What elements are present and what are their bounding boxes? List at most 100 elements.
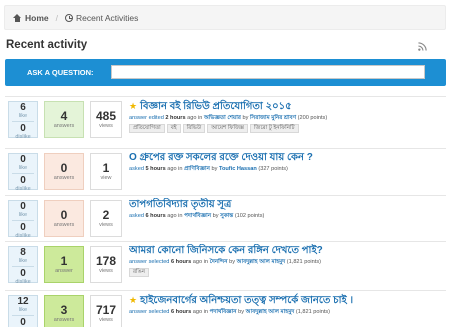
question-main: O গ্রুপের রক্ত সকলের রক্তে দেওয়া যায় ক… [129, 151, 444, 174]
question-meta: asked 5 hours ago in প্রাণিবিজ্ঞান by To… [129, 165, 444, 174]
answer-label: answers [53, 317, 75, 323]
activity-type[interactable]: answer edited [129, 115, 164, 121]
answer-label: answer [55, 268, 73, 274]
question-title[interactable]: তাপগতিবিদ্যার তৃতীয় সূত্র [129, 199, 231, 210]
answer-count-box: 0 answers [44, 153, 84, 190]
category-link[interactable]: প্রাণিবিজ্ঞান [184, 166, 210, 172]
answer-count: 0 [60, 161, 68, 175]
ask-question-input[interactable] [111, 65, 425, 79]
like-label: like [18, 212, 28, 218]
answer-count-box: 4 answers [44, 101, 84, 138]
question-main: তাপগতিবিদ্যার তৃতীয় সূত্র asked 6 hours … [129, 198, 444, 221]
question-title-link[interactable]: ★ হাইজেনবার্গের অনিশ্চয়তা তত্ত্ব সম্পর্ক… [129, 293, 444, 308]
question-meta: answer selected 6 hours ago in দৈনন্দিন … [129, 258, 444, 267]
user-points: (200 points) [297, 115, 328, 121]
answer-count: 3 [60, 303, 68, 317]
vote-box: 0 like 0 dislike [8, 200, 38, 239]
activity-type[interactable]: asked [129, 213, 144, 219]
user-points: (102 points) [234, 213, 265, 219]
vote-divider [12, 121, 34, 122]
dislike-label: dislike [15, 279, 31, 285]
question-main: ★ বিজ্ঞান বই রিভিউ প্রতিযোগিতা ২০১৫ answer… [129, 99, 444, 133]
question-row: 0 like 0 dislike 0 answers 1 view O গ্রুপের রক্ত… [5, 148, 446, 194]
view-label: views [99, 123, 113, 129]
question-tag[interactable]: প্রতিযোগিতা [129, 124, 165, 133]
user-link[interactable]: সিরাজাম মুনির শ্রাবণ [250, 115, 296, 121]
activity-type[interactable]: answer selected [129, 309, 169, 315]
vote-divider [12, 315, 34, 316]
breadcrumb-home[interactable]: Home [13, 13, 49, 23]
dislike-count[interactable]: 0 [9, 123, 37, 134]
like-count[interactable]: 0 [9, 154, 37, 165]
question-title-link[interactable]: তাপগতিবিদ্যার তৃতীয় সূত্র [129, 198, 444, 212]
category-link[interactable]: পদার্থবিজ্ঞান [184, 213, 211, 219]
user-link[interactable]: আবদুল্লাহ আল মাহমুদ [237, 259, 286, 265]
question-title[interactable]: বিজ্ঞান বই রিভিউ প্রতিযোগিতা ২০১৫ [140, 101, 292, 112]
activity-time: 6 hours [170, 259, 192, 265]
question-meta: answer selected 6 hours ago in পদার্থবিজ… [129, 308, 444, 317]
question-tag[interactable]: রিভিউ [182, 124, 206, 133]
user-link[interactable]: Toufic Hassan [219, 166, 257, 172]
answer-count-box: 1 answer [44, 246, 84, 283]
question-title[interactable]: O গ্রুপের রক্ত সকলের রক্তে দেওয়া যায় ক… [129, 152, 313, 163]
dislike-label: dislike [15, 134, 31, 140]
category-link[interactable]: অভিজ্ঞতা শেয়ার [204, 115, 241, 121]
breadcrumb-home-label[interactable]: Home [25, 13, 49, 23]
activity-time: 6 hours [170, 309, 192, 315]
ask-question-label: ASK A QUESTION: [27, 68, 94, 77]
question-title-link[interactable]: ★ বিজ্ঞান বই রিভিউ প্রতিযোগিতা ২০১৫ [129, 99, 444, 114]
dislike-count[interactable]: 0 [9, 175, 37, 186]
dislike-label: dislike [15, 186, 31, 192]
question-tag[interactable]: রঙিন [129, 268, 149, 277]
vote-divider [12, 266, 34, 267]
user-points: (1,821 points) [286, 259, 322, 265]
by-text: by [242, 115, 249, 121]
question-title-link[interactable]: আমরা কোনো জিনিসকে কেন রঙ্গিন দেখতে পাই? [129, 244, 444, 258]
user-link[interactable]: আবদুল্লাহ আল মাহমুদ [246, 309, 295, 315]
dislike-count[interactable]: 0 [9, 317, 37, 327]
view-count: 178 [95, 254, 117, 268]
view-count-box: 1 view [90, 153, 122, 190]
question-tag[interactable]: জিরো টু ইনফিনিটি [249, 124, 299, 133]
view-count-box: 485 views [90, 101, 122, 138]
answer-count-box: 3 answers [44, 295, 84, 327]
dislike-count[interactable]: 0 [9, 268, 37, 279]
star-icon: ★ [129, 295, 138, 305]
breadcrumb-current-label: Recent Activities [76, 12, 139, 23]
vote-box: 6 like 0 dislike [8, 101, 38, 140]
vote-box: 12like0dislike [8, 295, 38, 327]
question-tag[interactable]: বই [166, 124, 181, 133]
dislike-label: dislike [15, 233, 31, 239]
category-link[interactable]: পদার্থবিজ্ঞান [210, 309, 237, 315]
rss-icon[interactable] [418, 42, 427, 51]
question-title[interactable]: হাইজেনবার্গের অনিশ্চয়তা তত্ত্ব সম্পর্কে… [140, 295, 353, 306]
ago-in-text: ago in [167, 213, 183, 219]
activity-type[interactable]: asked [129, 166, 144, 172]
user-link[interactable]: সুকান্ত [220, 213, 233, 219]
question-title-link[interactable]: O গ্রুপের রক্ত সকলের রক্তে দেওয়া যায় ক… [129, 151, 444, 165]
question-title[interactable]: আমরা কোনো জিনিসকে কেন রঙ্গিন দেখতে পাই? [129, 245, 323, 256]
user-points: (327 points) [258, 166, 288, 172]
activity-time: 2 hours [165, 115, 186, 121]
like-label: like [18, 258, 28, 264]
ago-in-text: ago in [192, 259, 209, 265]
question-meta: asked 6 hours ago in পদার্থবিজ্ঞান by সু… [129, 212, 444, 221]
question-tag[interactable]: আয়েশ ফিজিক্স [207, 124, 248, 133]
ask-question-bar: ASK A QUESTION: [5, 59, 446, 86]
like-count[interactable]: 6 [9, 102, 37, 113]
activity-time: 5 hours [145, 166, 166, 172]
like-label: like [18, 113, 28, 119]
question-meta: answer edited 2 hours ago in অভিজ্ঞতা শে… [129, 114, 444, 123]
activity-type[interactable]: answer selected [129, 259, 169, 265]
ago-in-text: ago in [167, 166, 183, 172]
dislike-count[interactable]: 0 [9, 222, 37, 233]
view-label: views [99, 268, 113, 274]
activity-time: 6 hours [145, 213, 166, 219]
user-points: (1,821 points) [295, 309, 331, 315]
question-main: ★ হাইজেনবার্গের অনিশ্চয়তা তত্ত্ব সম্পর্ক… [129, 293, 444, 317]
view-count: 1 [102, 161, 110, 175]
category-link[interactable]: দৈনন্দিন [210, 259, 228, 265]
like-count[interactable]: 8 [9, 247, 37, 258]
like-count[interactable]: 12 [9, 296, 37, 307]
like-count[interactable]: 0 [9, 201, 37, 212]
